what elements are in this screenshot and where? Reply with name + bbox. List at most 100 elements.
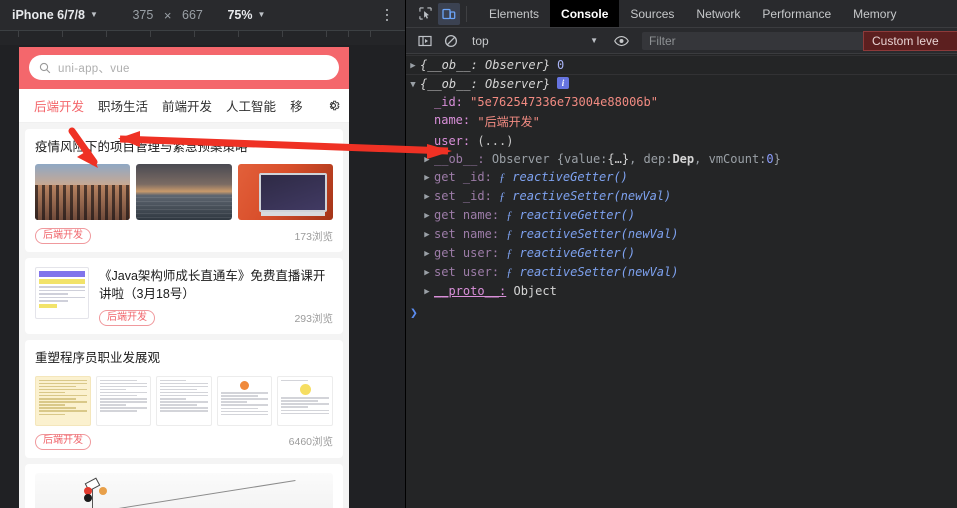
expand-triangle-icon[interactable]: ▶ <box>420 152 434 165</box>
execution-context-select[interactable]: top ▼ <box>466 34 606 48</box>
tab-mobile[interactable]: 移 <box>283 96 305 115</box>
accessor-kind: get <box>434 246 456 260</box>
console-message[interactable]: ▼ {__ob__: Observer} i <box>406 75 957 93</box>
accessor-row[interactable]: ▶ get _id: ƒ reactiveGetter() <box>406 168 957 187</box>
search-icon <box>39 62 51 73</box>
article-card[interactable] <box>25 463 343 508</box>
object-property-row: _id: "5e762547336e73004e88006b" <box>406 93 957 111</box>
log-level-value: Custom leve <box>872 34 939 48</box>
property-key: _id: <box>434 95 463 109</box>
clear-console-icon[interactable] <box>440 30 462 52</box>
console-sidebar-icon[interactable] <box>414 30 436 52</box>
property-value: "5e762547336e73004e88006b" <box>470 95 658 109</box>
devtools-panel: Elements Console Sources Network Perform… <box>405 0 957 508</box>
tab-sources[interactable]: Sources <box>619 0 685 27</box>
property-key: __ob__: <box>434 152 485 166</box>
view-count: 293浏览 <box>294 312 333 325</box>
thumbnail-row <box>35 375 333 426</box>
log-level-select[interactable]: Custom leve <box>863 31 957 51</box>
chevron-down-icon: ▼ <box>590 35 598 45</box>
property-value-c: , dep: <box>629 152 673 166</box>
accessor-row[interactable]: ▶ set _id: ƒ reactiveSetter(newVal) <box>406 187 957 206</box>
article-thumbnail <box>156 375 212 426</box>
accessor-row[interactable]: ▶ get user: ƒ reactiveGetter() <box>406 244 957 263</box>
tab-backend-dev[interactable]: 后端开发 <box>27 96 91 115</box>
accessor-prop: name: <box>462 208 500 222</box>
viewport-ruler <box>0 31 405 45</box>
property-value-g: } <box>773 152 781 166</box>
card-footer: 后端开发 293浏览 <box>99 310 333 327</box>
object-preview: {__ob__: Observer} <box>420 58 551 72</box>
accessor-prop: user: <box>462 265 500 279</box>
expand-triangle-icon[interactable]: ▶ <box>420 246 434 259</box>
property-key: name: <box>434 113 471 127</box>
article-title: 疫情风险下的项目管理与紧急预案策略 <box>35 140 248 154</box>
object-property-row[interactable]: ▶ __ob__: Observer {value: {…} , dep: De… <box>406 150 957 168</box>
console-prompt[interactable]: ❯ <box>406 300 957 321</box>
filter-placeholder: Filter <box>649 33 676 48</box>
thumbnail-row <box>35 164 333 221</box>
expand-triangle-icon[interactable]: ▶ <box>420 265 434 278</box>
tab-memory[interactable]: Memory <box>842 0 907 27</box>
article-title: 《Java架构师成长直通车》免费直播课开讲啦（3月18号） <box>99 269 326 302</box>
prompt-caret: ❯ <box>410 306 418 321</box>
settings-button[interactable] <box>322 98 349 113</box>
device-name: iPhone 6/7/8 <box>12 8 85 22</box>
eye-icon[interactable] <box>610 30 632 52</box>
accessor-row[interactable]: ▶ set name: ƒ reactiveSetter(newVal) <box>406 225 957 244</box>
category-tag[interactable]: 后端开发 <box>99 310 155 327</box>
expand-triangle-icon[interactable]: ▶ <box>420 227 434 240</box>
expand-triangle-icon[interactable]: ▶ <box>406 58 420 71</box>
tab-workplace-life[interactable]: 职场生活 <box>91 96 155 115</box>
proto-key: __proto__: <box>434 284 507 298</box>
tab-elements[interactable]: Elements <box>478 0 550 27</box>
device-width-input[interactable]: 375 <box>124 8 162 22</box>
tab-ai[interactable]: 人工智能 <box>219 96 283 115</box>
collapse-triangle-icon[interactable]: ▼ <box>406 77 420 90</box>
device-select[interactable]: iPhone 6/7/8 ▼ <box>12 8 98 22</box>
accessor-kind: set <box>434 227 456 241</box>
console-output[interactable]: ▶ {__ob__: Observer} 0 ▼ {__ob__: Observ… <box>406 55 957 508</box>
accessor-kind: get <box>434 170 456 184</box>
card-footer: 后端开发 173浏览 <box>35 228 333 245</box>
dimension-separator: × <box>163 7 172 23</box>
accessor-row[interactable]: ▶ get name: ƒ reactiveGetter() <box>406 206 957 225</box>
tab-console[interactable]: Console <box>550 0 620 27</box>
article-thumbnail <box>216 375 273 426</box>
console-filter-bar: top ▼ Filter Custom leve <box>406 28 957 54</box>
object-property-row[interactable]: user: (...) <box>406 132 957 150</box>
expand-triangle-icon[interactable]: ▶ <box>420 189 434 202</box>
inspect-element-icon[interactable] <box>414 3 436 25</box>
article-thumbnail <box>35 375 91 426</box>
property-key: user: <box>434 134 471 148</box>
tab-network[interactable]: Network <box>685 0 751 27</box>
device-height-input[interactable]: 667 <box>173 8 211 22</box>
accessor-fn: reactiveSetter(newVal) <box>512 189 672 203</box>
proto-value: Object <box>513 284 557 298</box>
proto-row[interactable]: ▶ __proto__: Object <box>406 282 957 300</box>
object-preview: {__ob__: Observer} <box>420 77 551 91</box>
category-tag[interactable]: 后端开发 <box>35 433 91 450</box>
article-thumbnail <box>35 267 89 320</box>
article-card[interactable]: 重塑程序员职业发展观 后端开发 6460浏览 <box>25 340 343 458</box>
kebab-menu-icon[interactable] <box>377 4 397 26</box>
accessor-row[interactable]: ▶ set user: ƒ reactiveSetter(newVal) <box>406 263 957 282</box>
tab-frontend-dev[interactable]: 前端开发 <box>155 96 219 115</box>
category-tag[interactable]: 后端开发 <box>35 228 91 245</box>
toolbar-divider <box>466 5 467 22</box>
view-count: 173浏览 <box>294 230 333 243</box>
search-input[interactable]: uni-app、vue <box>29 55 339 80</box>
console-message[interactable]: ▶ {__ob__: Observer} 0 <box>406 55 957 75</box>
property-value[interactable]: (...) <box>477 134 513 148</box>
expand-triangle-icon[interactable]: ▶ <box>420 284 434 297</box>
article-thumbnail <box>95 375 152 426</box>
article-card[interactable]: 疫情风险下的项目管理与紧急预案策略 后端开发 173浏览 <box>25 129 343 253</box>
device-toolbar-icon[interactable] <box>438 2 460 25</box>
tab-performance[interactable]: Performance <box>751 0 842 27</box>
accessor-prop: _id: <box>462 189 492 203</box>
article-card[interactable]: 《Java架构师成长直通车》免费直播课开讲啦（3月18号） 后端开发 293浏览 <box>25 258 343 335</box>
view-count: 6460浏览 <box>288 436 333 448</box>
expand-triangle-icon[interactable]: ▶ <box>420 208 434 221</box>
zoom-select[interactable]: 75% ▼ <box>227 8 265 22</box>
expand-triangle-icon[interactable]: ▶ <box>420 170 434 183</box>
